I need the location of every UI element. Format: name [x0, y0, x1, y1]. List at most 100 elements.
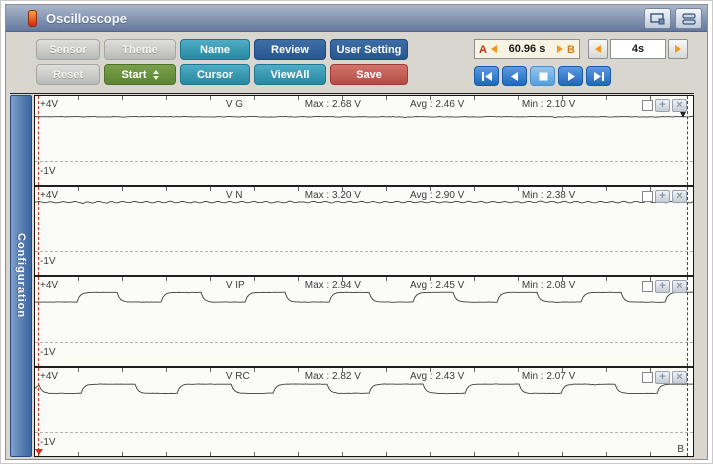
configuration-label: Configuration [15, 233, 27, 318]
cursor-b-label: B [567, 44, 575, 56]
channel-min-value: Min : 2.07 V [522, 371, 575, 382]
bottom-gridline [35, 342, 693, 343]
time-axis-ticks [35, 452, 693, 456]
channel-select-checkbox[interactable] [642, 191, 653, 202]
cursor-a-marker-icon[interactable] [35, 449, 43, 455]
cursor-b-line[interactable] [687, 96, 688, 185]
stop-button[interactable] [530, 66, 555, 86]
waveform-trace [35, 187, 693, 276]
channel-zoom-in-button[interactable]: + [655, 190, 670, 203]
step-back-button[interactable] [502, 66, 527, 86]
timebase-increase-icon [675, 45, 681, 53]
skip-to-end-button[interactable] [586, 66, 611, 86]
transport-controls [474, 66, 611, 86]
name-button[interactable]: Name [180, 39, 250, 60]
channel-close-button[interactable]: × [672, 280, 687, 293]
step-forward-icon [565, 71, 577, 82]
cursor-button[interactable]: Cursor [180, 64, 250, 85]
channel-bottom-voltage-label: -1V [40, 256, 56, 267]
cursor-a-line[interactable] [38, 96, 39, 185]
channel-panel-v-g: +4V V G Max : 2.68 V Avg : 2.46 V Min : … [35, 96, 693, 187]
oscilloscope-window: Oscilloscope SensorThemeNameRevi [5, 4, 708, 460]
channel-bottom-voltage-label: -1V [40, 347, 56, 358]
channel-controls: + × [642, 190, 687, 203]
channel-avg-value: Avg : 2.90 V [410, 190, 464, 201]
skip-to-start-button[interactable] [474, 66, 499, 86]
start-button[interactable]: Start [104, 64, 176, 85]
cursor-button-label: Cursor [197, 69, 233, 81]
range-a-arrow-icon[interactable] [491, 45, 497, 53]
time-ticks [35, 187, 693, 191]
channel-name: V IP [226, 280, 245, 291]
cursor-a-line[interactable] [38, 277, 39, 366]
channel-select-checkbox[interactable] [642, 281, 653, 292]
bottom-gridline [35, 251, 693, 252]
cursor-b-line[interactable] [687, 277, 688, 366]
oscilloscope-device-icon [28, 10, 37, 27]
bottom-gridline [35, 161, 693, 162]
channel-max-value: Max : 2.68 V [305, 99, 361, 110]
channel-select-checkbox[interactable] [642, 100, 653, 111]
toolbar-row: Reset Start Cursor ViewAll Save [36, 64, 408, 85]
stop-icon [537, 71, 549, 82]
ab-range-value: 60.96 s [509, 43, 546, 55]
channel-panel-v-n: +4V V N Max : 3.20 V Avg : 2.90 V Min : … [35, 187, 693, 278]
timebase-increase-button[interactable] [668, 39, 688, 59]
cursor-b-bottom-label: B [677, 444, 684, 455]
user-setting-button[interactable]: User Setting [330, 39, 408, 60]
cursor-b-group: B [557, 40, 575, 58]
title-bar[interactable]: Oscilloscope [6, 5, 707, 32]
snapshot-window-button[interactable] [644, 8, 671, 29]
cursor-b-line[interactable] [687, 187, 688, 276]
channel-zoom-in-button[interactable]: + [655, 99, 670, 112]
channel-max-value: Max : 2.82 V [305, 371, 361, 382]
channel-zoom-in-button[interactable]: + [655, 371, 670, 384]
timebase-value: 4s [610, 39, 666, 59]
channel-top-voltage-label: +4V [40, 371, 58, 382]
ab-range-box[interactable]: A 60.96 s B [474, 39, 580, 59]
channel-name: V RC [226, 371, 250, 382]
channel-bottom-voltage-label: -1V [40, 437, 56, 448]
channel-zoom-in-button[interactable]: + [655, 280, 670, 293]
time-controls: A 60.96 s B 4s [474, 39, 710, 87]
configuration-sidebar-tab[interactable]: Configuration [10, 95, 32, 457]
snapshot-icon [650, 13, 666, 25]
reset-button-label: Reset [53, 69, 83, 81]
timebase-stepper: 4s [588, 39, 688, 59]
start-mode-spinner-icon[interactable] [153, 70, 159, 80]
panel-layout-button[interactable] [675, 8, 702, 29]
viewall-button[interactable]: ViewAll [254, 64, 326, 85]
range-b-arrow-icon[interactable] [557, 45, 563, 53]
channel-max-value: Max : 2.94 V [305, 280, 361, 291]
theme-button[interactable]: Theme [104, 39, 176, 60]
window-controls [644, 8, 702, 29]
channel-close-button[interactable]: × [672, 99, 687, 112]
channel-panel-v-rc: +4V V RC Max : 2.82 V Avg : 2.43 V Min :… [35, 368, 693, 457]
step-back-icon [509, 71, 521, 82]
user-setting-button-label: User Setting [337, 44, 402, 56]
cursor-a-line[interactable] [38, 187, 39, 276]
reset-button[interactable]: Reset [36, 64, 100, 85]
channel-close-button[interactable]: × [672, 190, 687, 203]
channel-select-checkbox[interactable] [642, 372, 653, 383]
channel-min-value: Min : 2.10 V [522, 99, 575, 110]
timebase-decrease-button[interactable] [588, 39, 608, 59]
window-title: Oscilloscope [46, 11, 127, 26]
cursor-a-line[interactable] [38, 368, 39, 457]
cursor-b-line[interactable] [687, 368, 688, 457]
channel-max-value: Max : 3.20 V [305, 190, 361, 201]
step-forward-button[interactable] [558, 66, 583, 86]
channel-min-value: Min : 2.08 V [522, 280, 575, 291]
cursor-a-label: A [479, 44, 487, 56]
theme-button-label: Theme [122, 44, 157, 56]
name-button-label: Name [200, 44, 230, 56]
channel-stack: +4V V G Max : 2.68 V Avg : 2.46 V Min : … [34, 95, 694, 457]
review-button[interactable]: Review [254, 39, 326, 60]
channel-close-button[interactable]: × [672, 371, 687, 384]
save-button[interactable]: Save [330, 64, 408, 85]
channel-top-voltage-label: +4V [40, 190, 58, 201]
sensor-button[interactable]: Sensor [36, 39, 100, 60]
review-button-label: Review [271, 44, 309, 56]
viewall-button-label: ViewAll [271, 69, 310, 81]
screenshot-stage: Oscilloscope SensorThemeNameRevi [0, 0, 713, 464]
